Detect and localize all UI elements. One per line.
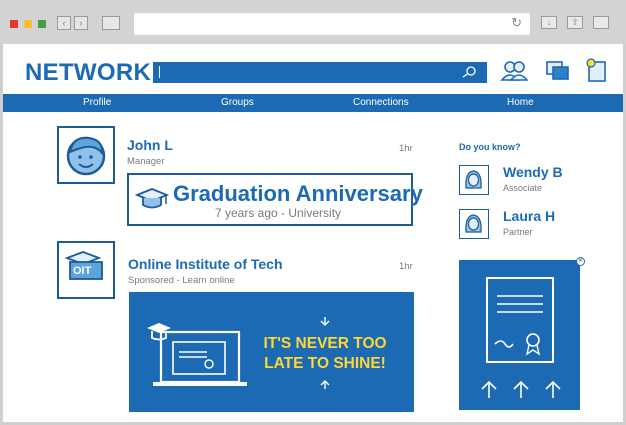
- reload-icon[interactable]: ↻: [511, 15, 522, 31]
- search-input[interactable]: [153, 62, 487, 83]
- post-time: 1hr: [399, 261, 413, 272]
- user-female-icon: [465, 214, 482, 233]
- card-title: Graduation Anniversary: [173, 181, 423, 206]
- suggestion-role: Partner: [503, 227, 533, 237]
- company-logo[interactable]: OIT: [57, 241, 115, 299]
- user-face-icon: [66, 136, 106, 176]
- user-female-icon: [465, 170, 482, 189]
- graduation-card[interactable]: Graduation Anniversary 7 years ago - Uni…: [127, 173, 423, 226]
- suggestion-role: Associate: [503, 183, 543, 193]
- close-window-dot[interactable]: [10, 20, 18, 28]
- site-header: NETWORK: [3, 44, 623, 94]
- nav-groups[interactable]: Groups: [221, 97, 254, 108]
- company-logo-text: OIT: [73, 265, 92, 277]
- nav-profile[interactable]: Profile: [83, 97, 111, 108]
- tabs-button[interactable]: [593, 16, 609, 29]
- suggestion-name[interactable]: Laura H: [503, 208, 555, 224]
- text-caret: [159, 66, 160, 78]
- suggestion-name[interactable]: Wendy B: [503, 164, 563, 180]
- post-time: 1hr: [399, 143, 413, 154]
- sidebar-ad[interactable]: [459, 260, 580, 410]
- avatar[interactable]: [459, 209, 489, 239]
- post-author-name[interactable]: John L: [127, 137, 173, 153]
- card-subtitle: 7 years ago - University: [215, 206, 342, 220]
- site-logo[interactable]: NETWORK: [25, 59, 151, 87]
- suggestions-title: Do you know?: [459, 142, 521, 152]
- address-bar[interactable]: ↻: [134, 13, 530, 35]
- ad-headline-line1: IT'S NEVER TOO: [263, 335, 387, 352]
- minimize-window-dot[interactable]: [24, 20, 32, 28]
- nav-connections[interactable]: Connections: [353, 97, 409, 108]
- page-content: NETWORK Profile Groups Connections Home …: [3, 44, 623, 422]
- main-nav: Profile Groups Connections Home: [3, 94, 623, 112]
- download-button[interactable]: ↓: [541, 16, 557, 29]
- browser-toolbar: ‹ › ↻ ↓ ⇧: [0, 0, 626, 44]
- certificate-icon: [486, 277, 554, 363]
- maximize-window-dot[interactable]: [38, 20, 46, 28]
- avatar[interactable]: [57, 126, 115, 184]
- ad-banner[interactable]: IT'S NEVER TOO LATE TO SHINE!: [129, 292, 414, 412]
- browser-window: ‹ › ↻ ↓ ⇧ NETWORK Profile Groups Connect…: [0, 0, 626, 425]
- forward-button[interactable]: ›: [74, 16, 88, 30]
- arrow-up-icon: [320, 380, 330, 389]
- connections-icon[interactable]: [500, 58, 528, 84]
- close-icon[interactable]: ×: [576, 257, 585, 266]
- graduation-cap-icon: [135, 188, 169, 209]
- nav-home[interactable]: Home: [507, 97, 534, 108]
- search-icon[interactable]: [461, 65, 477, 79]
- sponsor-subtitle: Sponsored - Learn online: [128, 275, 235, 286]
- ad-headline-line2: LATE TO SHINE!: [264, 355, 386, 372]
- sponsor-name[interactable]: Online Institute of Tech: [128, 256, 283, 272]
- messages-icon[interactable]: [544, 58, 572, 84]
- notifications-icon[interactable]: [583, 58, 611, 84]
- share-button[interactable]: ⇧: [567, 16, 583, 29]
- arrows-up-icon: [481, 380, 561, 398]
- laptop-certificate-icon: [147, 323, 247, 386]
- sidebar-toggle-button[interactable]: [102, 16, 120, 30]
- avatar[interactable]: [459, 165, 489, 195]
- arrow-down-icon: [320, 317, 330, 326]
- back-button[interactable]: ‹: [57, 16, 71, 30]
- post-author-role: Manager: [127, 156, 165, 167]
